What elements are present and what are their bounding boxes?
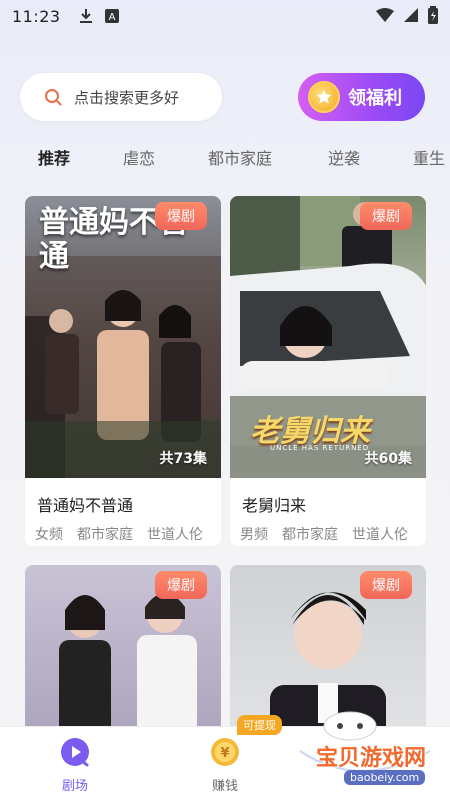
tab-rebirth[interactable]: 重生 [413,145,445,169]
drama-title[interactable]: 老舅归来 [230,478,426,516]
drama-poster[interactable]: 老舅归来 UNCLE HAS RETURNED 爆剧 共60集 [230,196,426,478]
tag: 世道人伦 [352,527,408,543]
watermark-text: 宝贝游戏网 [316,746,427,771]
keyboard-a-icon: A [104,9,119,23]
episode-count: 共60集 [364,451,412,467]
theater-play-icon [61,738,89,767]
drama-card[interactable]: 普通妈不普通 爆剧 共73集 普通妈不普通 女频 都市家庭 世道人伦 [25,196,221,546]
hot-badge: 爆剧 [360,202,412,230]
status-bar: 11:23 A [0,0,450,32]
welfare-label: 领福利 [348,88,402,109]
download-icon [79,9,92,23]
category-tabs: 推荐 虐恋 都市家庭 逆袭 重生 [0,145,450,169]
nav-theater-label: 剧场 [61,779,88,794]
tag: 女频 [35,527,63,543]
drama-tags: 女频 都市家庭 世道人伦 [25,516,221,544]
wifi-icon [376,8,394,22]
tab-comeback[interactable]: 逆袭 [328,145,360,169]
tag: 世道人伦 [147,527,203,543]
hot-badge: 爆剧 [360,571,412,599]
drama-tags: 男频 都市家庭 世道人伦 [230,516,426,544]
tab-abuse-romance[interactable]: 虐恋 [123,145,155,169]
withdrawable-badge: 可提现 [237,715,282,735]
drama-card[interactable]: 老舅归来 UNCLE HAS RETURNED 爆剧 共60集 老舅归来 男频 … [230,196,426,546]
tab-recommend[interactable]: 推荐 [38,145,70,169]
welfare-button[interactable]: 领福利 [298,73,425,121]
tab-urban-family[interactable]: 都市家庭 [208,145,272,169]
episode-count: 共73集 [159,451,207,467]
nav-earn-label: 赚钱 [211,779,238,794]
signal-icon [404,8,418,22]
nav-theater[interactable]: 剧场 [45,737,105,794]
tag: 男频 [240,527,268,543]
search-icon [45,89,62,106]
battery-icon [428,6,438,24]
drama-poster[interactable]: 普通妈不普通 爆剧 共73集 [25,196,221,478]
tag: 都市家庭 [282,527,338,543]
svg-text:A: A [108,12,115,23]
watermark-logo: 宝贝游戏网 baobeiy.com [280,706,440,796]
watermark-url: baobeiy.com [344,770,426,785]
status-time: 11:23 [12,6,61,26]
star-coin-icon [308,81,340,113]
search-input[interactable]: 点击搜索更多好 [20,73,222,121]
nav-earn[interactable]: 可提现 ¥ 赚钱 [195,715,282,794]
hot-badge: 爆剧 [155,202,207,230]
hot-badge: 爆剧 [155,571,207,599]
search-placeholder: 点击搜索更多好 [74,88,180,107]
svg-text:¥: ¥ [220,746,229,761]
coin-icon: ¥ [211,738,239,766]
poster-subtitle: UNCLE HAS RETURNED [270,444,370,452]
tag: 都市家庭 [77,527,133,543]
drama-title[interactable]: 普通妈不普通 [25,478,221,516]
